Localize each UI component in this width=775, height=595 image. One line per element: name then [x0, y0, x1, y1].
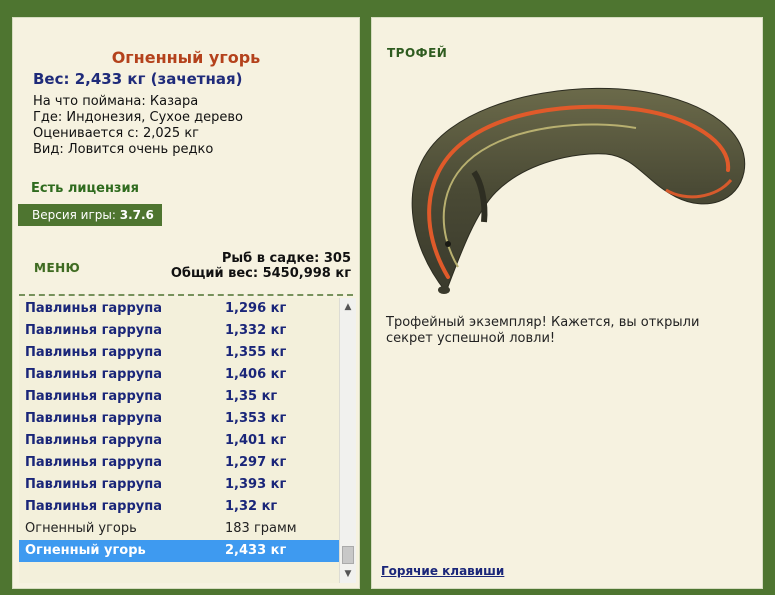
- list-item-fish-name: Павлинья гаррупа: [25, 301, 162, 316]
- list-item-weight: 1,353 кг: [225, 411, 287, 426]
- list-item-selected[interactable]: Огненный угорь 2,433 кг: [19, 540, 339, 562]
- list-item-fish-name: Павлинья гаррупа: [25, 477, 162, 492]
- list-item-fish-name: Павлинья гаррупа: [25, 345, 162, 360]
- menu-button[interactable]: МЕНЮ: [34, 261, 80, 275]
- keepnet-stats: Рыб в садке: 305 Общий вес: 5450,998 кг: [171, 251, 351, 281]
- valuation-info: Оценивается с: 2,025 кг: [33, 126, 200, 141]
- version-label: Версия игры:: [32, 208, 120, 222]
- fish-weight: Вес: 2,433 кг (зачетная): [33, 70, 243, 88]
- fish-name-title: Огненный угорь: [111, 48, 261, 67]
- scroll-down-arrow-icon[interactable]: ▼: [342, 567, 354, 581]
- list-item[interactable]: Павлинья гаррупа 1,393 кг: [19, 474, 339, 496]
- trophy-panel: ТРОФЕЙ Трофейный экземпляр! Кажется, вы …: [371, 17, 763, 589]
- list-item[interactable]: Павлинья гаррупа 1,355 кг: [19, 342, 339, 364]
- list-item-fish-name: Павлинья гаррупа: [25, 323, 162, 338]
- list-item-fish-name: Павлинья гаррупа: [25, 433, 162, 448]
- list-item[interactable]: Павлинья гаррупа 1,332 кг: [19, 320, 339, 342]
- list-item-weight: 1,332 кг: [225, 323, 287, 338]
- catch-list-scrollbar[interactable]: ▲ ▼: [339, 298, 356, 583]
- list-item-weight: 1,35 кг: [225, 389, 278, 404]
- list-item-fish-name: Огненный угорь: [25, 543, 146, 558]
- fish-count: Рыб в садке: 305: [221, 251, 351, 266]
- list-item-weight: 1,355 кг: [225, 345, 287, 360]
- list-item-weight: 1,296 кг: [225, 301, 287, 316]
- list-item[interactable]: Павлинья гаррупа 1,353 кг: [19, 408, 339, 430]
- list-item[interactable]: Павлинья гаррупа 1,35 кг: [19, 386, 339, 408]
- list-item-weight: 2,433 кг: [225, 543, 287, 558]
- trophy-description: Трофейный экземпляр! Кажется, вы открыли…: [386, 315, 700, 346]
- total-weight: Общий вес: 5450,998 кг: [170, 266, 351, 281]
- list-item-weight: 1,393 кг: [225, 477, 287, 492]
- list-item-fish-name: Огненный угорь: [25, 521, 137, 536]
- trophy-label: ТРОФЕЙ: [387, 46, 448, 60]
- scroll-up-arrow-icon[interactable]: ▲: [342, 300, 354, 314]
- list-item-fish-name: Павлинья гаррупа: [25, 411, 162, 426]
- list-item-fish-name: Павлинья гаррупа: [25, 367, 162, 382]
- list-item-weight: 1,401 кг: [225, 433, 287, 448]
- list-item[interactable]: Огненный угорь 183 грамм: [19, 518, 339, 540]
- fire-eel-image: [411, 87, 746, 294]
- list-item[interactable]: Павлинья гаррупа 1,406 кг: [19, 364, 339, 386]
- bait-info: На что поймана: Казара: [33, 94, 199, 109]
- list-item-weight: 1,406 кг: [225, 367, 287, 382]
- catch-info-panel: Огненный угорь Вес: 2,433 кг (зачетная) …: [12, 17, 360, 589]
- game-version-bar: Версия игры: 3.7.6: [18, 204, 162, 226]
- scrollbar-thumb[interactable]: [342, 546, 354, 564]
- list-item-weight: 1,297 кг: [225, 455, 287, 470]
- list-item-fish-name: Павлинья гаррупа: [25, 455, 162, 470]
- list-item-weight: 1,32 кг: [225, 499, 278, 514]
- catch-list[interactable]: Павлинья гаррупа 1,296 кг Павлинья гаррупа…: [19, 298, 356, 583]
- catch-list-rows: Павлинья гаррупа 1,296 кг Павлинья гаррупа…: [19, 298, 339, 562]
- list-item[interactable]: Павлинья гаррупа 1,296 кг: [19, 298, 339, 320]
- list-item[interactable]: Павлинья гаррупа 1,401 кг: [19, 430, 339, 452]
- hotkeys-link[interactable]: Горячие клавиши: [381, 564, 504, 578]
- list-item[interactable]: Павлинья гаррупа 1,32 кг: [19, 496, 339, 518]
- location-info: Где: Индонезия, Сухое дерево: [33, 110, 243, 125]
- version-value: 3.7.6: [119, 208, 154, 222]
- list-item-weight: 183 грамм: [225, 521, 297, 536]
- rarity-info: Вид: Ловится очень редко: [33, 142, 214, 157]
- list-item-fish-name: Павлинья гаррупа: [25, 389, 162, 404]
- list-item[interactable]: Павлинья гаррупа 1,297 кг: [19, 452, 339, 474]
- license-status: Есть лицензия: [31, 181, 139, 196]
- dashed-divider: [19, 294, 353, 296]
- list-item-fish-name: Павлинья гаррупа: [25, 499, 162, 514]
